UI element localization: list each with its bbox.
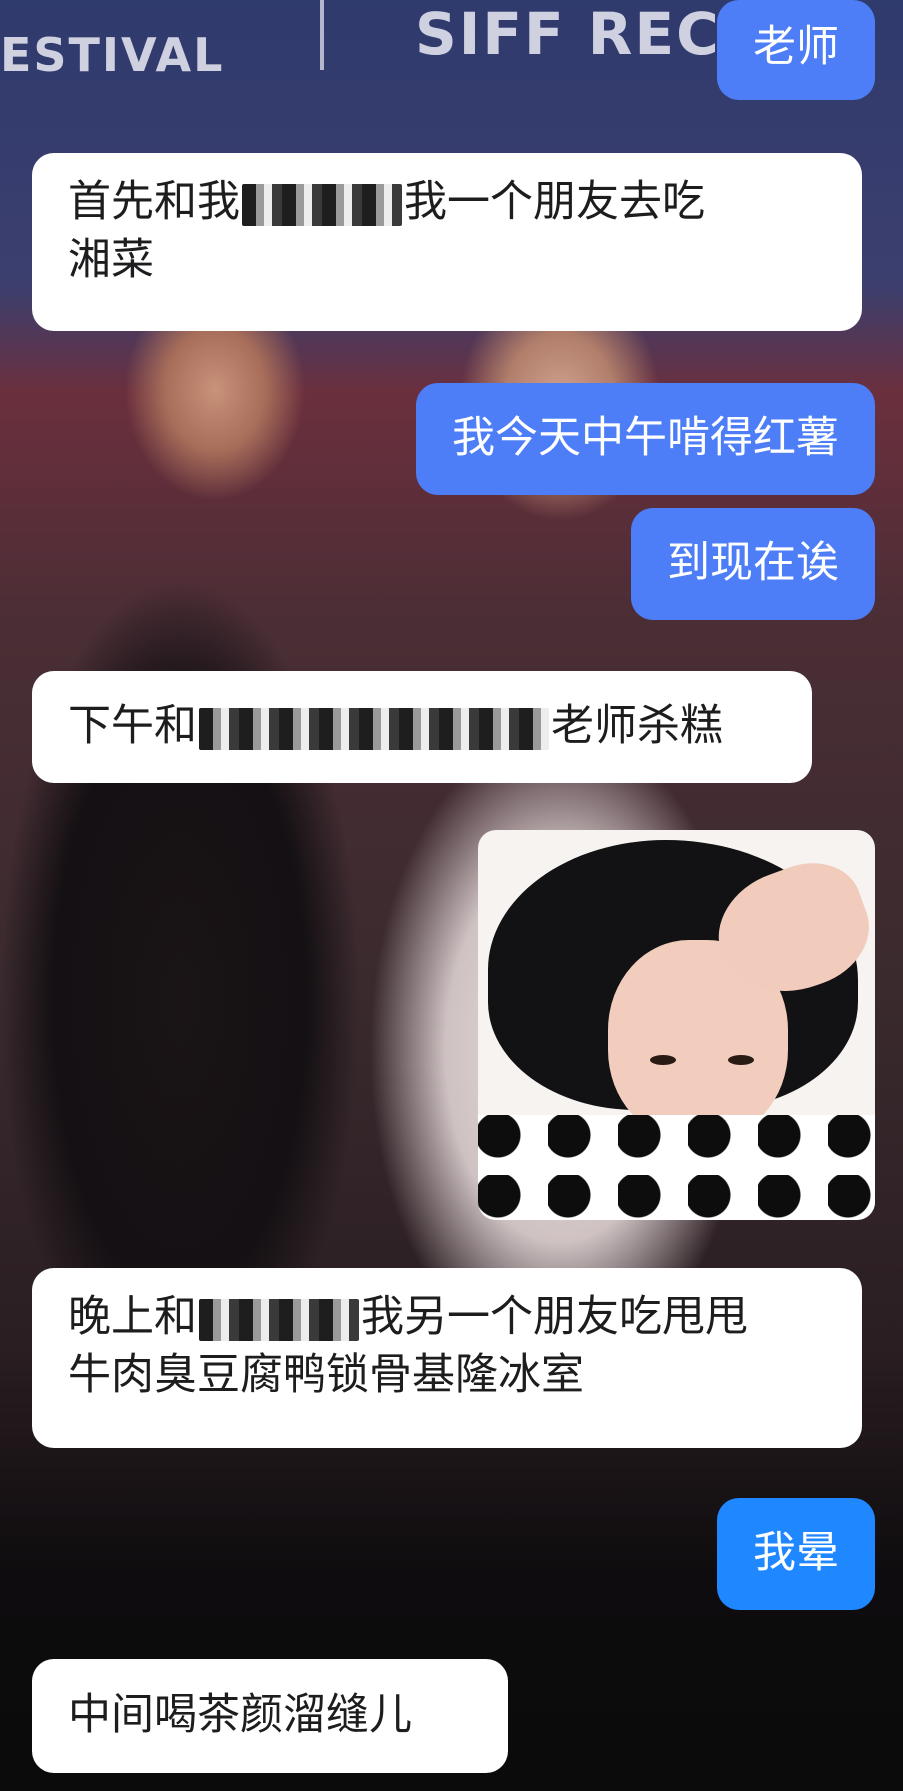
message-text: 到现在诶: [667, 538, 839, 588]
message-text-line1: 首先和我 我一个朋友去吃: [68, 173, 826, 231]
message-bubble-incoming[interactable]: 下午和 老师杀糕: [32, 671, 812, 783]
backdrop-logo-right: SIFF REC: [415, 0, 721, 68]
message-bubble-outgoing[interactable]: 我晕: [717, 1498, 875, 1610]
message-text-part: 晚上和: [68, 1292, 197, 1342]
message-bubble-incoming[interactable]: 晚上和 我另一个朋友吃甩甩 牛肉臭豆腐鸭锁骨基隆冰室: [32, 1268, 862, 1448]
message-bubble-incoming[interactable]: 首先和我 我一个朋友去吃 湘菜: [32, 153, 862, 331]
message-text-part: 我一个朋友去吃: [404, 177, 705, 227]
message-text-part: 首先和我: [68, 177, 240, 227]
crying-girl-sticker[interactable]: [478, 830, 875, 1220]
message-text-line1: 下午和 老师杀糕: [68, 697, 776, 755]
backdrop-logo-left: ESTIVAL: [0, 28, 225, 82]
message-bubble-outgoing[interactable]: 老师: [717, 0, 875, 100]
redacted-mosaic: [242, 183, 402, 226]
message-text-part: 我另一个朋友吃甩甩: [361, 1292, 748, 1342]
message-bubble-outgoing[interactable]: 我今天中午啃得红薯: [416, 383, 875, 495]
message-text-line1: 晚上和 我另一个朋友吃甩甩: [68, 1288, 826, 1346]
sticker-polka-dot-dress: [478, 1115, 875, 1220]
message-text: 我今天中午啃得红薯: [452, 413, 839, 463]
backdrop-divider: [320, 0, 324, 70]
message-text-line2: 湘菜: [68, 235, 154, 285]
sticker-eye-left: [650, 1055, 676, 1065]
message-text: 我晕: [753, 1528, 839, 1578]
message-bubble-incoming[interactable]: 中间喝茶颜溜缝儿: [32, 1659, 508, 1773]
message-text-line2: 牛肉臭豆腐鸭锁骨基隆冰室: [68, 1350, 584, 1400]
message-text-part: 老师杀糕: [551, 701, 723, 751]
message-text: 老师: [753, 22, 839, 72]
message-text-part: 下午和: [68, 701, 197, 751]
message-text: 中间喝茶颜溜缝儿: [68, 1690, 412, 1740]
redacted-mosaic: [199, 1298, 359, 1341]
redacted-mosaic: [199, 707, 549, 750]
sticker-eye-right: [728, 1055, 754, 1065]
message-bubble-outgoing[interactable]: 到现在诶: [631, 508, 875, 620]
